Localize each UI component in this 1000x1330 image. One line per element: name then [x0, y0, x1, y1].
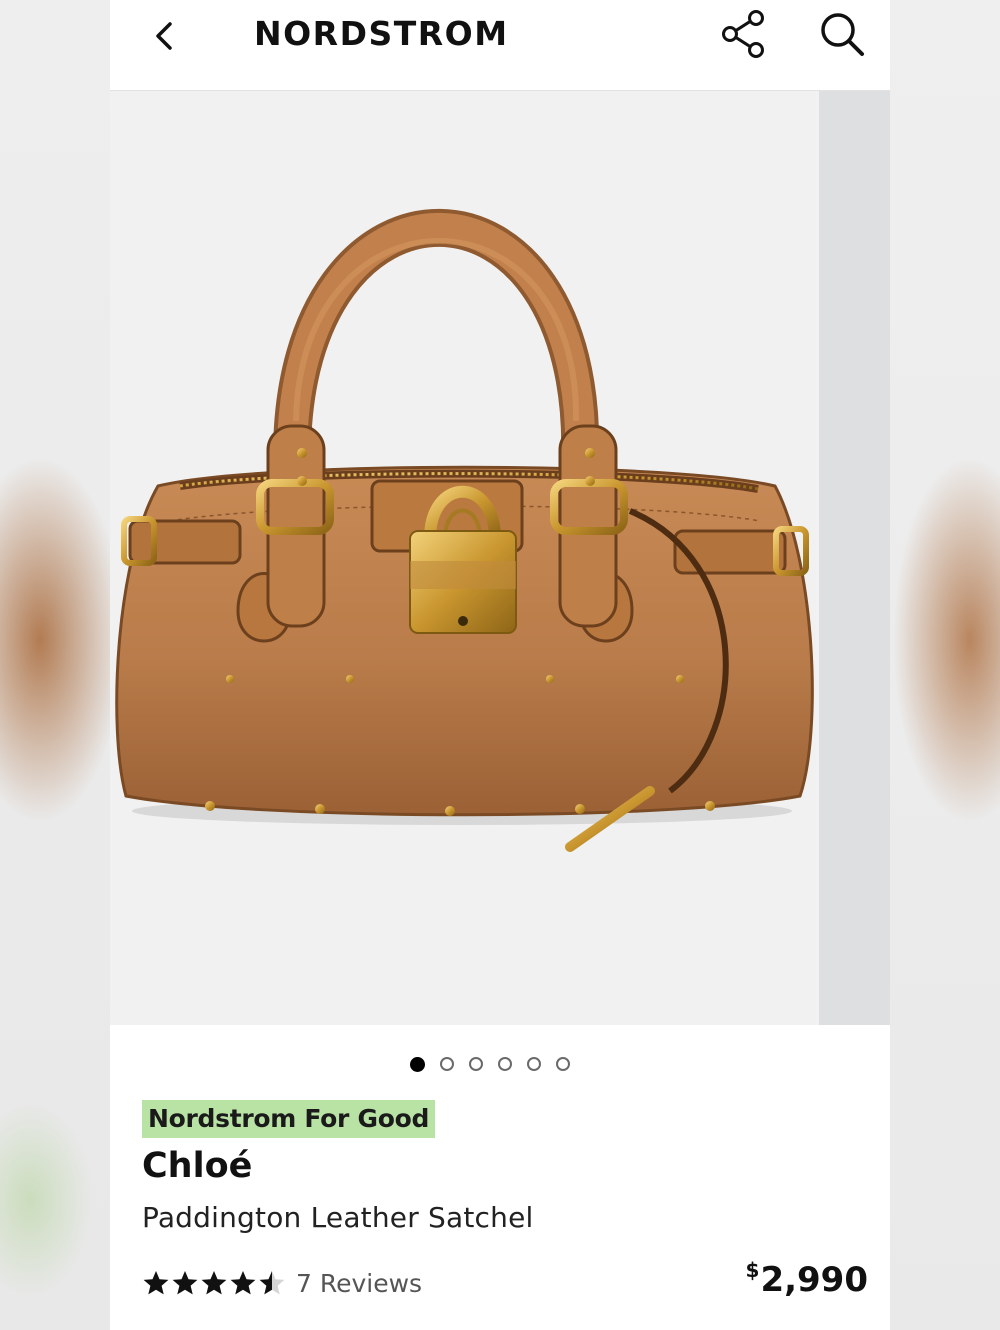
star-icon — [259, 1271, 285, 1295]
product-page: NORDSTROM Nordstrom For Good Chloé Paddi… — [110, 0, 890, 1330]
pagination-dot[interactable] — [410, 1056, 425, 1072]
product-title: Paddington Leather Satchel — [142, 1201, 534, 1234]
share-button[interactable] — [718, 8, 768, 60]
share-icon — [722, 10, 764, 58]
next-image-preview[interactable] — [819, 91, 890, 1025]
blurred-backdrop-right — [890, 0, 1000, 1330]
product-brand[interactable]: Chloé — [142, 1146, 252, 1186]
product-photo[interactable] — [110, 91, 816, 1025]
gallery-pagination — [410, 1053, 570, 1075]
store-logo[interactable]: NORDSTROM — [254, 14, 509, 53]
blurred-backdrop-left — [0, 0, 110, 1330]
star-icon — [172, 1271, 198, 1295]
pagination-dot[interactable] — [469, 1057, 483, 1071]
star-icon — [230, 1271, 256, 1295]
product-price: $2,990 — [746, 1258, 868, 1300]
rating-summary[interactable]: 7 Reviews — [142, 1263, 422, 1303]
star-rating — [142, 1269, 286, 1297]
search-button[interactable] — [816, 8, 868, 60]
reviews-link[interactable]: 7 Reviews — [296, 1269, 422, 1298]
product-image-gallery[interactable] — [110, 91, 890, 1025]
pagination-dot[interactable] — [440, 1057, 454, 1071]
search-icon — [821, 13, 864, 56]
top-navigation-bar: NORDSTROM — [110, 0, 890, 91]
back-button[interactable] — [148, 18, 184, 54]
pagination-dot[interactable] — [498, 1057, 512, 1071]
price-value: 2,990 — [760, 1260, 868, 1300]
nordstrom-for-good-badge[interactable]: Nordstrom For Good — [142, 1100, 436, 1138]
pagination-dot[interactable] — [556, 1057, 570, 1071]
handbag-image — [115, 209, 814, 852]
chevron-left-icon — [156, 22, 172, 50]
star-icon — [143, 1271, 169, 1295]
pagination-dot[interactable] — [527, 1057, 541, 1071]
currency-symbol: $ — [745, 1258, 760, 1282]
star-icon — [201, 1271, 227, 1295]
